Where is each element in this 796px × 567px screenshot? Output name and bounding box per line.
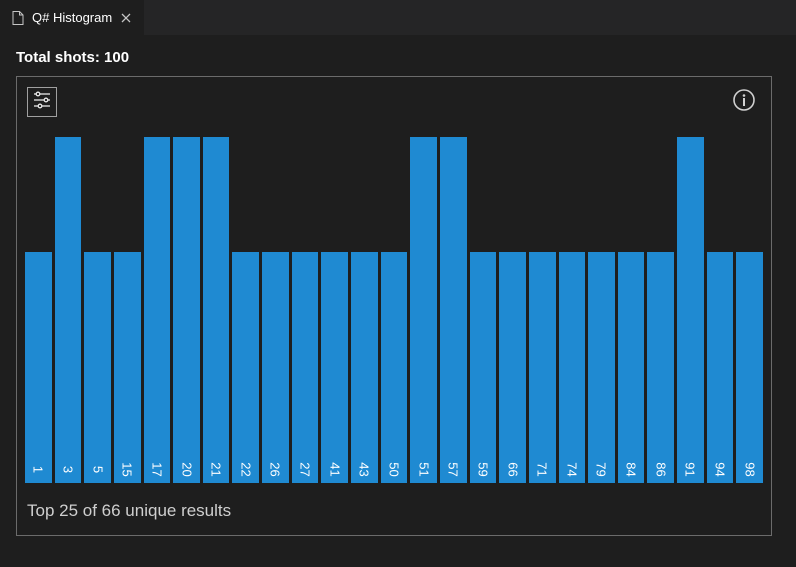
bar-wrap: 66 — [499, 137, 526, 483]
bar-wrap: 79 — [588, 137, 615, 483]
histogram-bar[interactable]: 1 — [25, 252, 52, 483]
content-area: Total shots: 100 — [0, 35, 796, 552]
bar-label: 21 — [209, 462, 224, 476]
bar-label: 79 — [594, 462, 609, 476]
bar-label: 51 — [416, 462, 431, 476]
histogram-bar[interactable]: 5 — [84, 252, 111, 483]
bar-wrap: 21 — [203, 137, 230, 483]
histogram-bar[interactable]: 86 — [647, 252, 674, 483]
histogram-bar[interactable]: 26 — [262, 252, 289, 483]
bar-wrap: 86 — [647, 137, 674, 483]
histogram-bar[interactable]: 98 — [736, 252, 763, 483]
bar-label: 86 — [653, 462, 668, 476]
tab-bar: Q# Histogram — [0, 0, 796, 35]
bar-wrap: 50 — [381, 137, 408, 483]
histogram-bar[interactable]: 21 — [203, 137, 230, 483]
histogram-bar[interactable]: 84 — [618, 252, 645, 483]
bar-label: 15 — [120, 462, 135, 476]
summary-label: Top 25 of 66 unique results — [27, 501, 231, 521]
bar-wrap: 84 — [618, 137, 645, 483]
bar-label: 94 — [713, 462, 728, 476]
bar-label: 59 — [475, 462, 490, 476]
bar-label: 26 — [268, 462, 283, 476]
bar-wrap: 71 — [529, 137, 556, 483]
bar-label: 66 — [505, 462, 520, 476]
bar-wrap: 94 — [707, 137, 734, 483]
bar-label: 5 — [90, 466, 105, 473]
bar-wrap: 26 — [262, 137, 289, 483]
histogram-frame: 1 3 5 15 17 20 21 22 26 27 41 43 50 51 57 59 66 71 74 79 84 8… — [16, 76, 772, 536]
histogram-bar[interactable]: 20 — [173, 137, 200, 483]
tab-title: Q# Histogram — [32, 10, 112, 25]
histogram-bar[interactable]: 43 — [351, 252, 378, 483]
histogram-bar[interactable]: 91 — [677, 137, 704, 483]
bar-label: 84 — [624, 462, 639, 476]
histogram-bar[interactable]: 51 — [410, 137, 437, 483]
histogram-bar[interactable]: 15 — [114, 252, 141, 483]
bar-wrap: 22 — [232, 137, 259, 483]
bar-wrap: 5 — [84, 137, 111, 483]
bar-label: 17 — [149, 462, 164, 476]
bar-wrap: 1 — [25, 137, 52, 483]
bar-wrap: 15 — [114, 137, 141, 483]
bar-label: 71 — [535, 462, 550, 476]
bar-wrap: 43 — [351, 137, 378, 483]
histogram-bar[interactable]: 50 — [381, 252, 408, 483]
histogram-bar[interactable]: 79 — [588, 252, 615, 483]
bar-wrap: 3 — [55, 137, 82, 483]
bar-wrap: 20 — [173, 137, 200, 483]
sliders-icon — [32, 90, 52, 115]
bar-label: 22 — [238, 462, 253, 476]
bar-wrap: 57 — [440, 137, 467, 483]
bar-wrap: 74 — [559, 137, 586, 483]
histogram-bar[interactable]: 3 — [55, 137, 82, 483]
bar-wrap: 91 — [677, 137, 704, 483]
histogram-bar[interactable]: 66 — [499, 252, 526, 483]
histogram-bar[interactable]: 17 — [144, 137, 171, 483]
bar-label: 27 — [298, 462, 313, 476]
settings-button[interactable] — [27, 87, 57, 117]
histogram-bar[interactable]: 57 — [440, 137, 467, 483]
bar-label: 57 — [446, 462, 461, 476]
bar-label: 91 — [683, 462, 698, 476]
bar-wrap: 17 — [144, 137, 171, 483]
bar-wrap: 51 — [410, 137, 437, 483]
close-icon[interactable] — [118, 10, 134, 26]
histogram-bar[interactable]: 22 — [232, 252, 259, 483]
histogram-bar[interactable]: 59 — [470, 252, 497, 483]
histogram-bar[interactable]: 27 — [292, 252, 319, 483]
tab-qsharp-histogram[interactable]: Q# Histogram — [0, 0, 145, 35]
bar-wrap: 41 — [321, 137, 348, 483]
bar-label: 3 — [60, 466, 75, 473]
info-icon — [732, 88, 756, 117]
bar-wrap: 59 — [470, 137, 497, 483]
bar-label: 41 — [327, 462, 342, 476]
histogram-bars: 1 3 5 15 17 20 21 22 26 27 41 43 50 51 57 59 66 71 74 79 84 8… — [25, 137, 763, 483]
bar-wrap: 98 — [736, 137, 763, 483]
bar-label: 74 — [564, 462, 579, 476]
histogram-bar[interactable]: 71 — [529, 252, 556, 483]
bar-wrap: 27 — [292, 137, 319, 483]
histogram-bar[interactable]: 41 — [321, 252, 348, 483]
bar-label: 50 — [387, 462, 402, 476]
file-icon — [10, 10, 26, 26]
bar-label: 43 — [357, 462, 372, 476]
histogram-bar[interactable]: 74 — [559, 252, 586, 483]
bar-label: 98 — [742, 462, 757, 476]
bar-label: 20 — [179, 462, 194, 476]
histogram-bar[interactable]: 94 — [707, 252, 734, 483]
total-shots-label: Total shots: 100 — [16, 49, 780, 66]
bar-label: 1 — [31, 466, 46, 473]
info-button[interactable] — [731, 89, 757, 115]
